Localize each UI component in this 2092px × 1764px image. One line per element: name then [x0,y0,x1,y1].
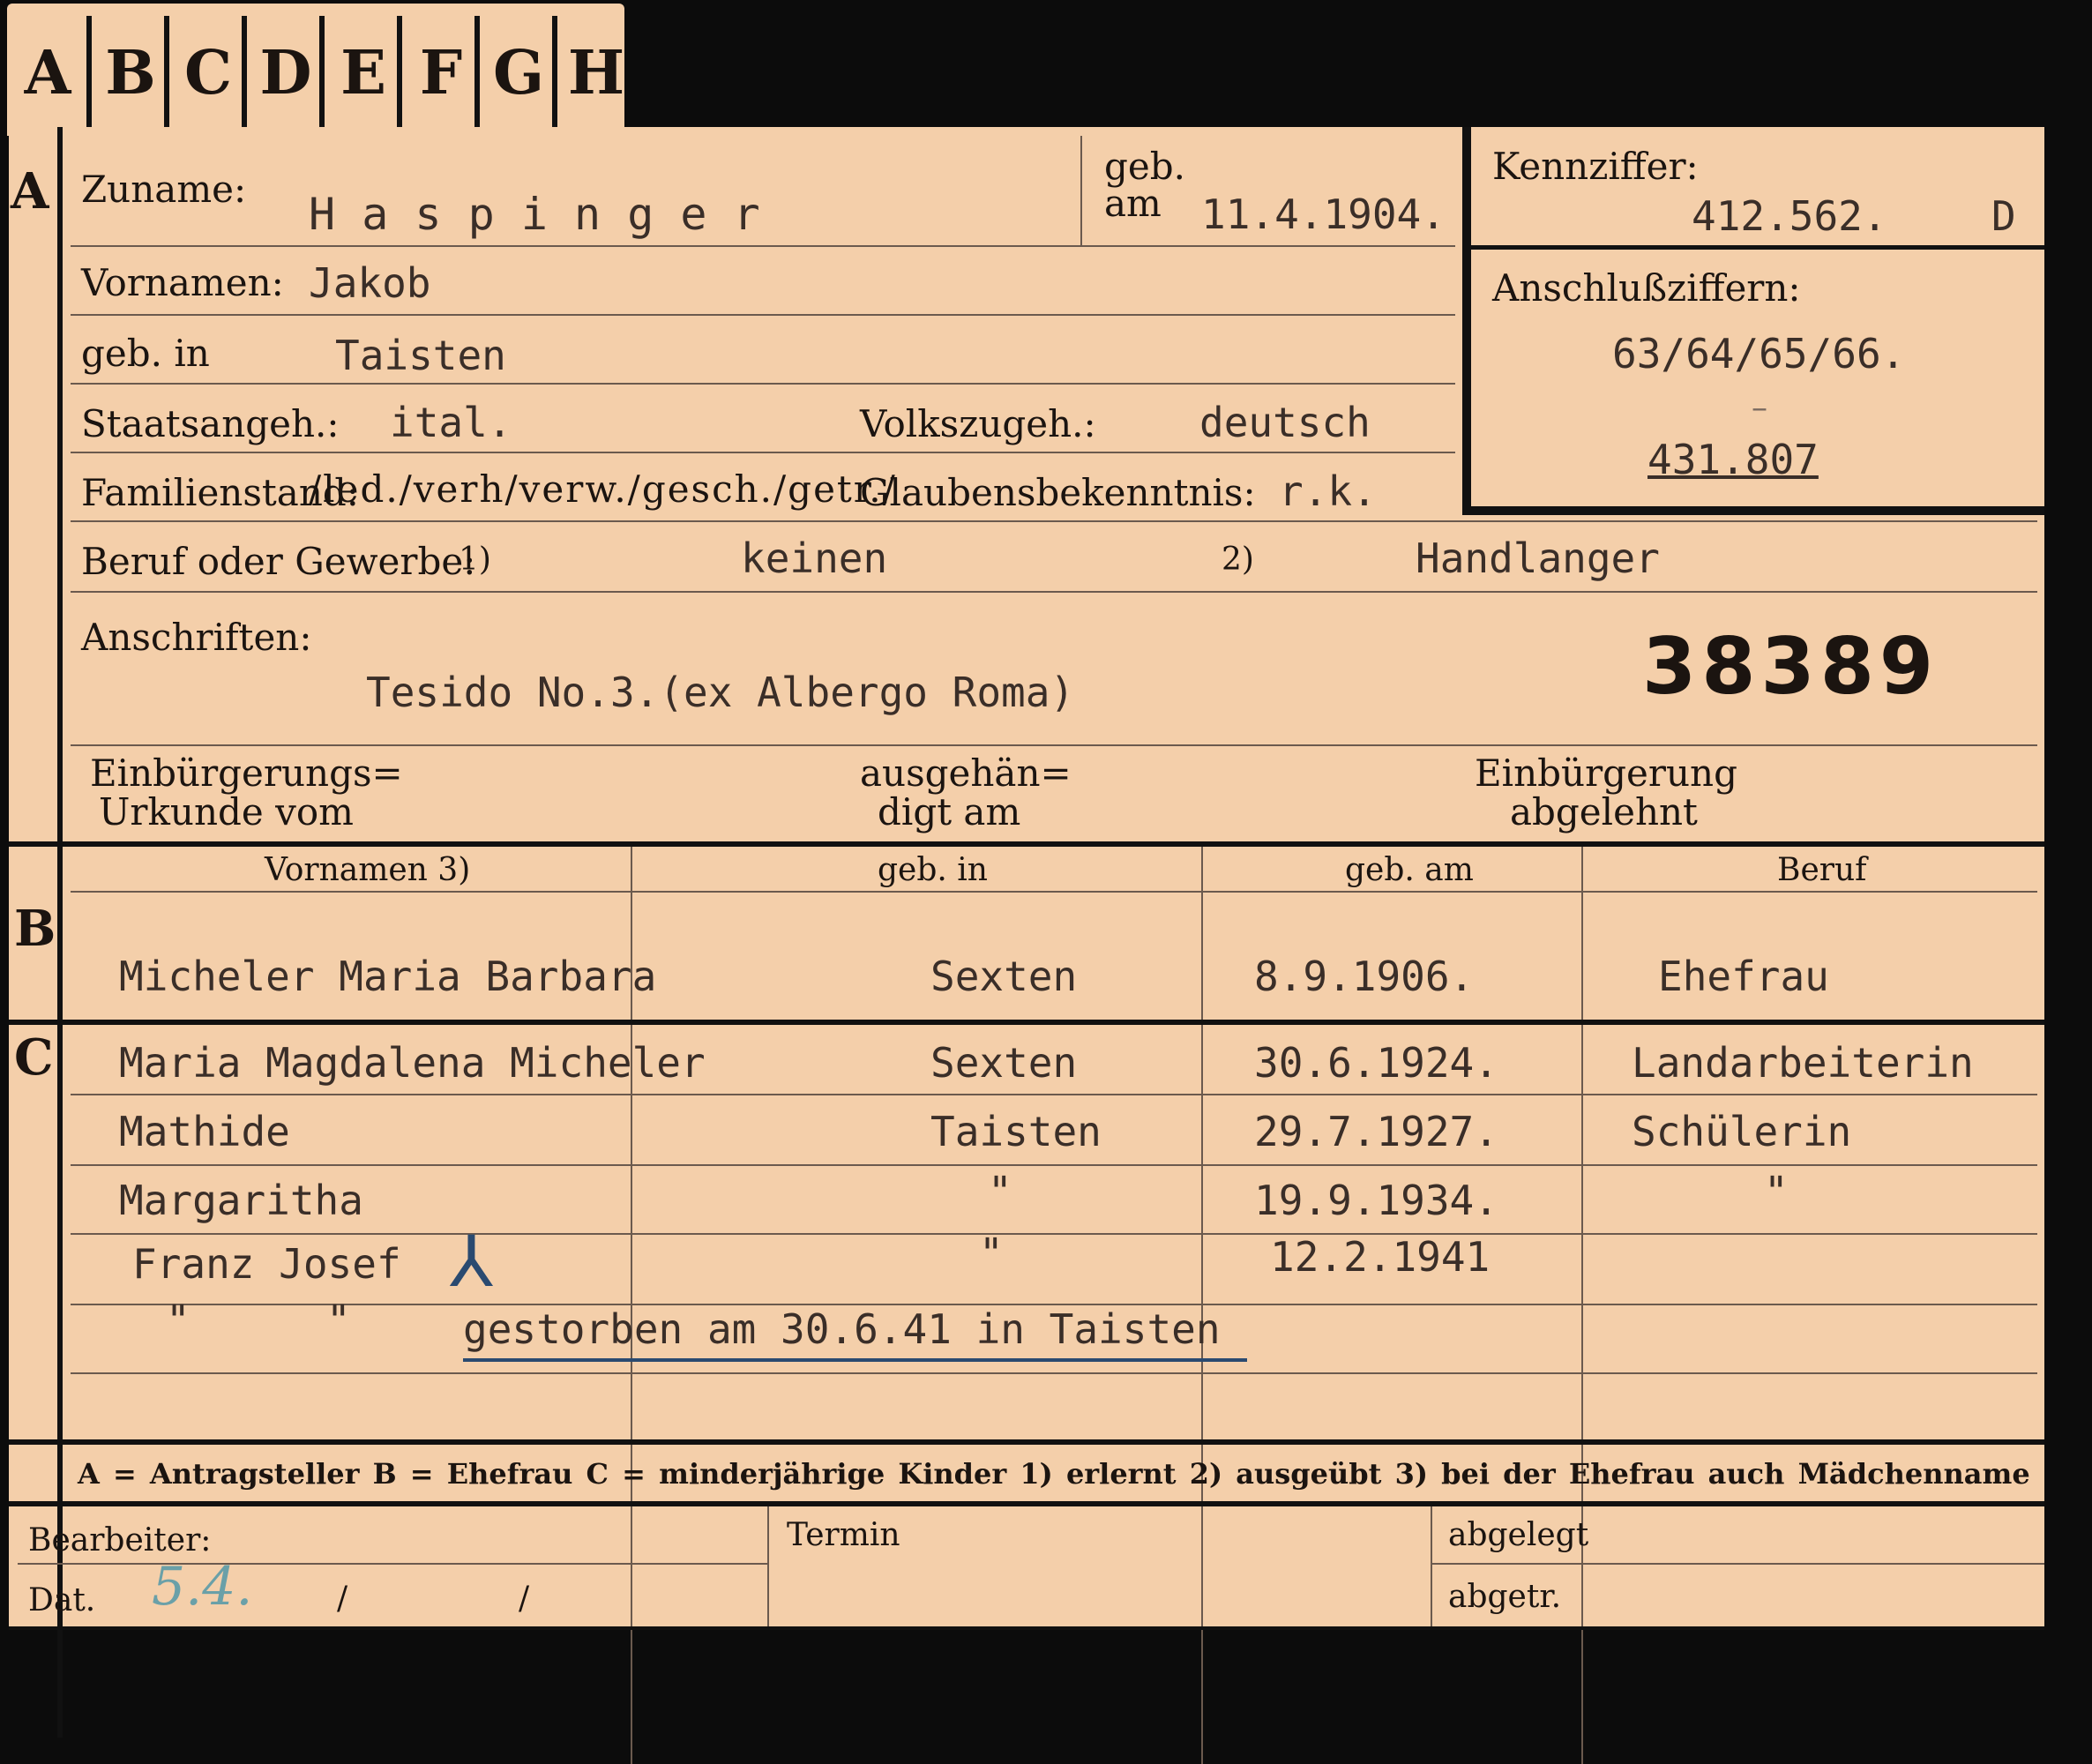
geb-in-value: Taisten [335,332,506,379]
death-cross: ⅄ [450,1221,493,1303]
spouse-beruf: Ehefrau [1658,953,1829,1000]
legend: A = Antragsteller B = Ehefrau C = minder… [78,1457,2030,1491]
beruf-ausgeuebt-value: Handlanger [1416,534,1660,582]
child-1-geb-in: Sexten [930,1039,1078,1087]
kennziffer-box: Kennziffer: 412.562. D Anschlußziffern: … [1462,127,2044,515]
child-1-name: Maria Magdalena Micheler [119,1039,706,1087]
volkszugeh-label: Volkszugeh.: [860,402,1096,445]
spouse-geb-in: Sexten [930,953,1078,1000]
section-b-marker: B [14,900,56,958]
registration-card: A Zuname: H a s p i n g e r geb. am 11.4… [9,127,2044,1764]
child-2-beruf: Schülerin [1632,1108,1852,1155]
glaubens-label: Glaubensbekenntnis: [860,471,1256,514]
vornamen-value: Jakob [309,259,431,307]
dat-value: 5.4. [152,1556,253,1618]
note-ditto-1: " [166,1297,191,1344]
termin-label: Termin [787,1517,900,1553]
glaubens-value: r.k. [1279,467,1377,515]
anschriften-label: Anschriften: [81,616,312,659]
familienstand-options: /led./verh/verw./gesch./getr./ [309,467,897,511]
tab-d[interactable]: D [247,16,325,131]
geb-am-label-2: am [1104,182,1162,225]
zuname-value: H a s p i n g e r [309,189,760,240]
col-header-beruf: Beruf [1777,852,1867,888]
child-3-name: Margaritha [119,1177,363,1224]
separator-dash: – [1752,390,1767,426]
ausgehaendigt-label-2: digt am [878,790,1021,833]
kennziffer-value: 412.562. [1692,192,1887,240]
child-4-geb-in: " [979,1230,1004,1277]
child-1-beruf: Landarbeiterin [1632,1039,1974,1087]
tab-c[interactable]: C [169,16,247,131]
anschlussziffern-label: Anschlußziffern: [1492,266,1801,310]
child-2-geb-in: Taisten [930,1108,1102,1155]
gutter-line [57,127,63,841]
child-1-geb-am: 30.6.1924. [1254,1039,1498,1087]
child-3-geb-in: " [988,1168,1012,1215]
vornamen-label: Vornamen: [81,261,284,304]
child-2-name: Mathide [119,1108,290,1155]
spouse-geb-am: 8.9.1906. [1254,953,1475,1000]
alphabet-tabs: A B C D E F G H [7,4,624,136]
tab-b[interactable]: B [92,16,169,131]
einbuergerung-urkunde-label-2: Urkunde vom [99,790,354,833]
staatsangeh-label: Staatsangeh.: [81,402,340,445]
einbuergerung-abgelehnt-label: Einbürgerung [1475,751,1737,795]
child-2-geb-am: 29.7.1927. [1254,1108,1498,1155]
geb-in-label: geb. in [81,332,210,375]
tab-f[interactable]: F [402,16,480,131]
beruf-label: Beruf oder Gewerbe: [81,540,476,583]
anschriften-value: Tesido No.3.(ex Albergo Roma) [366,669,1075,716]
col-header-geb-in: geb. in [878,852,988,888]
child-4-geb-am: 12.2.1941 [1270,1233,1491,1281]
abgetragen-label: abgetr. [1448,1579,1562,1615]
anschlussziffern-value-2: 431.807 [1647,436,1819,483]
einbuergerung-abgelehnt-label-2: abgelehnt [1510,790,1698,833]
volkszugeh-value: deutsch [1199,399,1371,446]
tab-e[interactable]: E [325,16,402,131]
section-a-marker: A [11,162,49,220]
child-3-geb-am: 19.9.1934. [1254,1177,1498,1224]
registration-number: 38389 [1642,621,1939,712]
footnote-2: 2) [1222,542,1254,578]
tab-a[interactable]: A [9,16,86,131]
zuname-label: Zuname: [81,168,247,211]
ausgehaendigt-label: ausgehän= [860,751,1072,795]
child-3-beruf: " [1764,1168,1789,1215]
death-note: gestorben am 30.6.41 in Taisten [463,1305,1247,1362]
tab-g[interactable]: G [480,16,557,131]
tab-h[interactable]: H [557,16,635,131]
section-c-marker: C [14,1028,54,1087]
dat-slash-2: / [519,1581,530,1617]
kennziffer-label: Kennziffer: [1492,145,1699,188]
note-ditto-2: " [326,1297,351,1344]
col-header-vornamen: Vornamen 3) [265,852,471,888]
col-header-geb-am: geb. am [1345,852,1474,888]
footnote-1: 1) [459,542,491,578]
dat-slash-1: / [337,1581,348,1617]
bearbeiter-label: Bearbeiter: [28,1522,212,1558]
staatsangeh-value: ital. [390,399,512,446]
dat-label: Dat. [28,1582,96,1618]
child-4-name: Franz Josef [132,1240,401,1288]
anschlussziffern-value: 63/64/65/66. [1612,330,1906,377]
einbuergerung-urkunde-label: Einbürgerungs= [90,751,403,795]
abgelegt-label: abgelegt [1448,1517,1589,1553]
geb-am-value: 11.4.1904. [1201,191,1446,238]
beruf-erlernt-value: keinen [741,534,888,582]
kennziffer-suffix: D [1991,192,2016,240]
spouse-name: Micheler Maria Barbara [119,953,657,1000]
